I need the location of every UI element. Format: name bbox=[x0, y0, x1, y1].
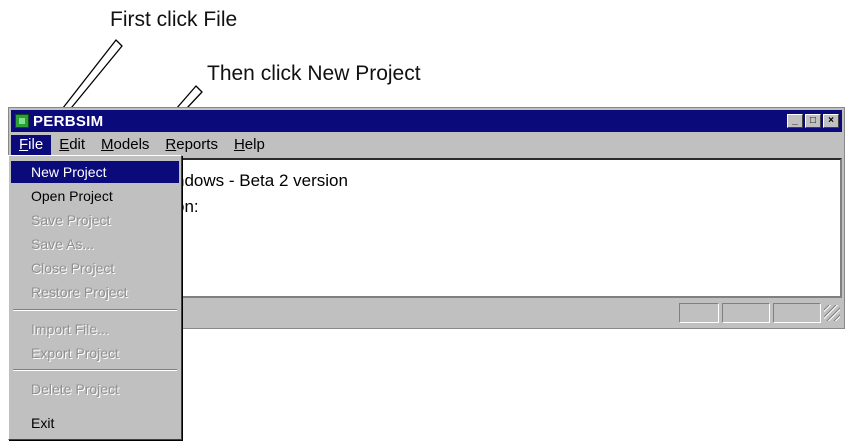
menu-item-restore-project: Restore Project bbox=[31, 284, 128, 300]
maximize-button[interactable]: □ bbox=[805, 114, 821, 128]
file-menu-dropdown: New Project Open Project Save Project Sa… bbox=[8, 155, 182, 440]
menu-item-save-project: Save Project bbox=[31, 212, 111, 228]
menu-edit[interactable]: Edit bbox=[51, 135, 93, 155]
menu-reports-mnemonic: R bbox=[165, 136, 177, 153]
menu-file-mnemonic: F bbox=[19, 136, 29, 153]
menu-reports-rest: eports bbox=[176, 136, 218, 153]
menu-item-close-project: Close Project bbox=[31, 260, 115, 276]
menu-separator bbox=[13, 369, 177, 371]
menu-item-import-file: Import File... bbox=[31, 321, 109, 337]
menu-separator bbox=[13, 309, 177, 311]
menu-reports[interactable]: Reports bbox=[157, 135, 226, 155]
menu-bar: File Edit Models Reports Help bbox=[11, 134, 842, 156]
title-bar: PERBSIM _ □ × bbox=[11, 110, 842, 132]
menu-item-export-project: Export Project bbox=[31, 345, 119, 361]
resize-grip[interactable] bbox=[824, 305, 840, 321]
menu-help[interactable]: Help bbox=[226, 135, 273, 155]
menu-help-rest: elp bbox=[244, 136, 265, 153]
menu-item-new-project[interactable]: New Project bbox=[11, 161, 179, 183]
status-pane-1 bbox=[679, 303, 719, 323]
app-icon bbox=[15, 114, 29, 128]
menu-models-mnemonic: M bbox=[101, 136, 114, 153]
menu-edit-rest: dit bbox=[69, 136, 86, 153]
menu-item-delete-project: Delete Project bbox=[31, 381, 119, 397]
menu-file-rest: ile bbox=[28, 136, 44, 153]
menu-edit-mnemonic: E bbox=[59, 136, 70, 153]
menu-models-rest: odels bbox=[113, 136, 150, 153]
close-button[interactable]: × bbox=[823, 114, 839, 128]
status-pane-3 bbox=[773, 303, 821, 323]
menu-item-open-project[interactable]: Open Project bbox=[11, 185, 179, 207]
welcome-text: ndows - Beta 2 version bbox=[175, 171, 348, 190]
window-controls: _ □ × bbox=[787, 114, 839, 128]
menu-models[interactable]: Models bbox=[93, 135, 157, 155]
status-pane-2 bbox=[722, 303, 770, 323]
window-title: PERBSIM bbox=[33, 112, 104, 130]
minimize-button[interactable]: _ bbox=[787, 114, 803, 128]
menu-item-save-as: Save As... bbox=[31, 236, 95, 252]
menu-file[interactable]: File bbox=[11, 135, 52, 155]
menu-help-mnemonic: H bbox=[233, 136, 245, 153]
menu-item-exit[interactable]: Exit bbox=[11, 412, 179, 434]
